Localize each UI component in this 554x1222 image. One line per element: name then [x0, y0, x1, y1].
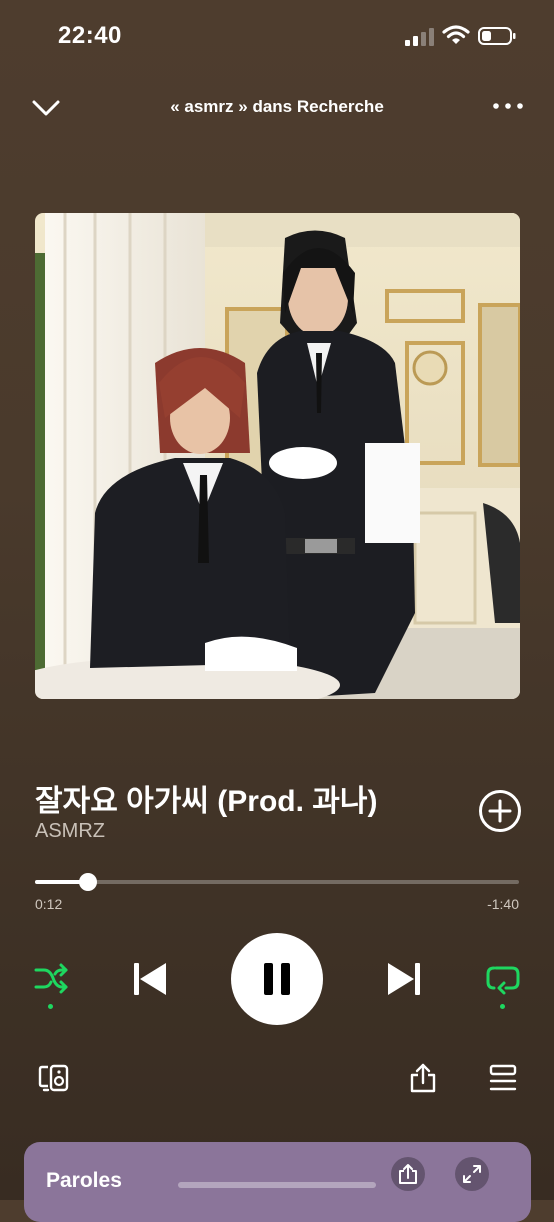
signal-icon: [405, 28, 434, 46]
more-icon[interactable]: [492, 100, 524, 112]
album-artwork: [35, 213, 520, 699]
playing-from-context: « asmrz » dans Recherche: [170, 97, 384, 116]
repeat-icon[interactable]: [484, 960, 522, 998]
shuffle-active-dot: [48, 1004, 53, 1009]
lyrics-expand-button[interactable]: [455, 1157, 489, 1191]
previous-icon[interactable]: [130, 960, 170, 998]
battery-icon: [478, 27, 516, 45]
artist-name[interactable]: ASMRZ: [35, 820, 105, 843]
lyrics-label: Paroles: [46, 1169, 122, 1192]
chevron-down-icon[interactable]: [30, 96, 62, 120]
pause-button[interactable]: [231, 933, 323, 1025]
share-icon: [399, 1164, 417, 1184]
shuffle-icon[interactable]: [32, 960, 70, 998]
progress-track[interactable]: [35, 880, 519, 884]
track-title: 잘자요 아가씨 (Prod. 과나): [35, 785, 378, 818]
repeat-active-dot: [500, 1004, 505, 1009]
share-icon[interactable]: [408, 1063, 438, 1093]
status-time: 22:40: [58, 22, 122, 49]
next-icon[interactable]: [384, 960, 424, 998]
pause-icon: [264, 963, 290, 995]
wifi-icon: [442, 25, 470, 44]
elapsed-time: 0:12: [35, 896, 63, 912]
remaining-time: -1:40: [487, 896, 519, 912]
lyrics-share-button[interactable]: [391, 1157, 425, 1191]
queue-icon[interactable]: [488, 1064, 518, 1092]
add-icon[interactable]: [478, 789, 522, 833]
progress-handle[interactable]: [79, 873, 97, 891]
expand-icon: [463, 1165, 481, 1183]
lyrics-drag-handle[interactable]: [178, 1182, 376, 1188]
devices-icon[interactable]: [38, 1064, 70, 1092]
